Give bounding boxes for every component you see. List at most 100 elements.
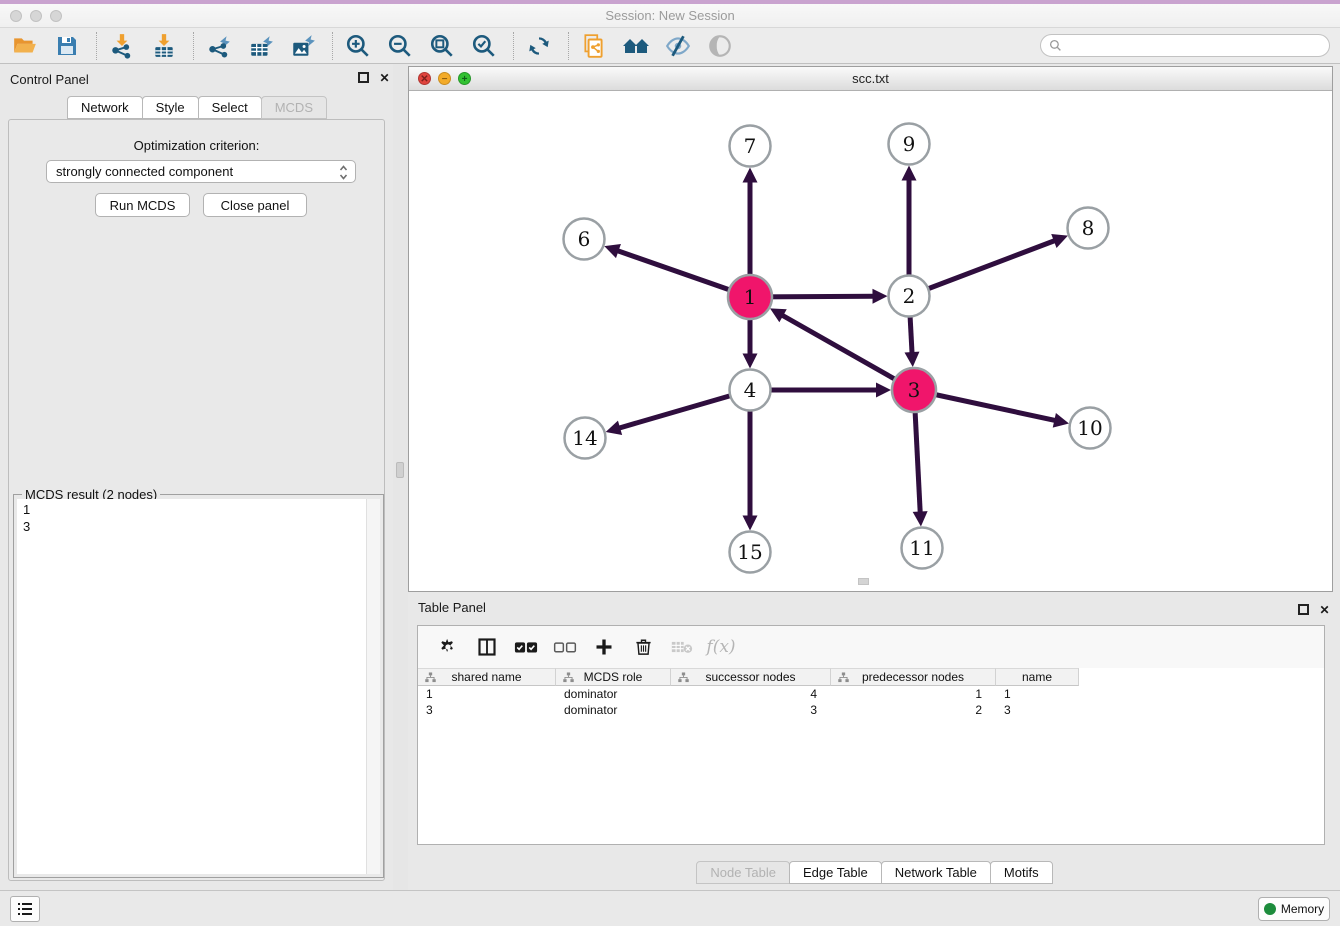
- window-title: Session: New Session: [0, 8, 1340, 23]
- column-label: name: [1022, 670, 1052, 684]
- chevron-up-down-icon: [339, 164, 348, 184]
- close-panel-icon[interactable]: ✕: [378, 72, 391, 85]
- deselect-all-rows-icon[interactable]: [551, 633, 579, 661]
- column-header-shared-name[interactable]: shared name: [418, 668, 556, 686]
- network-view-title: scc.txt: [409, 71, 1332, 86]
- home-icon[interactable]: [621, 31, 651, 61]
- tab-network-table[interactable]: Network Table: [881, 861, 991, 884]
- export-table-icon[interactable]: [246, 31, 276, 61]
- tab-style[interactable]: Style: [142, 96, 199, 119]
- show-graphics-details-icon: [705, 31, 735, 61]
- tab-network[interactable]: Network: [67, 96, 143, 119]
- select-all-rows-icon[interactable]: [512, 633, 540, 661]
- import-table-icon[interactable]: [149, 31, 179, 61]
- new-network-from-selection-icon[interactable]: [579, 31, 609, 61]
- refresh-view-icon[interactable]: [524, 31, 554, 61]
- arrowhead-4-14: [606, 421, 622, 435]
- export-image-icon[interactable]: [288, 31, 318, 61]
- float-table-panel-icon[interactable]: [1298, 604, 1311, 617]
- float-panel-icon[interactable]: [358, 72, 371, 85]
- memory-button[interactable]: Memory: [1258, 897, 1330, 921]
- mcds-tab-content: Optimization criterion: strongly connect…: [8, 119, 385, 881]
- control-panel-tabs: NetworkStyleSelectMCDS: [0, 96, 393, 119]
- column-visibility-icon[interactable]: [473, 633, 501, 661]
- hide-graphics-details-icon[interactable]: [663, 31, 693, 61]
- close-table-panel-icon[interactable]: ✕: [1318, 604, 1331, 617]
- zoom-out-icon[interactable]: [385, 31, 415, 61]
- cell-predecessor-nodes[interactable]: 1: [831, 686, 996, 702]
- node-label-6: 6: [578, 227, 591, 251]
- cell-name[interactable]: 3: [996, 702, 1079, 718]
- task-list-icon: [17, 902, 33, 916]
- application-window: Session: New Session: [0, 0, 1340, 926]
- arrowhead-1-7: [743, 168, 758, 183]
- zoom-fit-icon[interactable]: [427, 31, 457, 61]
- table-row[interactable]: 3dominator323: [418, 702, 1079, 718]
- delete-column-icon[interactable]: [629, 633, 657, 661]
- mcds-result-scrollbar[interactable]: [366, 499, 380, 874]
- cell-MCDS-role[interactable]: dominator: [556, 702, 671, 718]
- edge-2-8[interactable]: [909, 240, 1056, 296]
- table-row[interactable]: 1dominator411: [418, 686, 1079, 702]
- zoom-in-icon[interactable]: [343, 31, 373, 61]
- toolbar-separator: [193, 32, 194, 60]
- save-session-icon[interactable]: [52, 31, 82, 61]
- hierarchy-icon: [563, 672, 574, 686]
- export-network-icon[interactable]: [204, 31, 234, 61]
- control-panel-title: Control Panel: [10, 72, 89, 87]
- search-input[interactable]: [1067, 39, 1329, 53]
- cell-name[interactable]: 1: [996, 686, 1079, 702]
- hierarchy-icon: [425, 672, 436, 686]
- tab-mcds[interactable]: MCDS: [261, 96, 327, 119]
- cell-shared-name[interactable]: 1: [418, 686, 556, 702]
- node-label-2: 2: [903, 284, 916, 308]
- panel-splitter[interactable]: [393, 64, 408, 890]
- table-panel-title: Table Panel: [418, 600, 486, 615]
- network-window-titlebar[interactable]: ✕ − + scc.txt: [409, 67, 1332, 91]
- hierarchy-icon: [838, 672, 849, 686]
- search-icon: [1049, 39, 1062, 52]
- open-session-icon[interactable]: [10, 31, 40, 61]
- tab-edge-table[interactable]: Edge Table: [789, 861, 882, 884]
- zoom-selected-icon[interactable]: [469, 31, 499, 61]
- delete-table-icon: [668, 633, 696, 661]
- run-mcds-button[interactable]: Run MCDS: [95, 193, 190, 217]
- cell-successor-nodes[interactable]: 4: [671, 686, 831, 702]
- column-header-name[interactable]: name: [996, 668, 1079, 686]
- toolbar-separator: [568, 32, 569, 60]
- arrowhead-1-4: [743, 354, 758, 369]
- cell-successor-nodes[interactable]: 3: [671, 702, 831, 718]
- memory-label: Memory: [1281, 902, 1324, 916]
- arrowhead-2-3: [904, 352, 919, 367]
- import-network-icon[interactable]: [107, 31, 137, 61]
- canvas-scrollbar-grip[interactable]: [858, 578, 869, 585]
- optimization-criterion-select[interactable]: strongly connected component: [46, 160, 356, 183]
- arrowhead-3-11: [913, 511, 928, 526]
- show-task-history-button[interactable]: [10, 896, 40, 922]
- close-panel-button[interactable]: Close panel: [203, 193, 307, 217]
- arrowhead-1-6: [604, 244, 621, 258]
- splitter-grip[interactable]: [396, 462, 404, 478]
- tab-node-table[interactable]: Node Table: [696, 861, 790, 884]
- node-label-9: 9: [903, 132, 916, 156]
- mcds-result-groupbox: MCDS result (2 nodes) 1 3: [13, 494, 384, 878]
- status-bar: Memory: [0, 890, 1340, 926]
- search-box[interactable]: [1040, 34, 1330, 57]
- node-label-8: 8: [1082, 216, 1095, 240]
- add-column-icon[interactable]: [590, 633, 618, 661]
- column-header-successor-nodes[interactable]: successor nodes: [671, 668, 831, 686]
- cell-shared-name[interactable]: 3: [418, 702, 556, 718]
- control-panel: Control Panel ✕ NetworkStyleSelectMCDS O…: [0, 64, 393, 890]
- network-view-window: ✕ − + scc.txt 7968124314101511: [408, 66, 1333, 592]
- column-header-predecessor-nodes[interactable]: predecessor nodes: [831, 668, 996, 686]
- cell-MCDS-role[interactable]: dominator: [556, 686, 671, 702]
- cell-predecessor-nodes[interactable]: 2: [831, 702, 996, 718]
- table-settings-icon[interactable]: [434, 633, 462, 661]
- tab-motifs[interactable]: Motifs: [990, 861, 1053, 884]
- toolbar-separator: [96, 32, 97, 60]
- mcds-result-text[interactable]: 1 3: [17, 499, 366, 874]
- network-canvas[interactable]: 7968124314101511: [409, 91, 1332, 591]
- toolbar-separator: [332, 32, 333, 60]
- column-header-MCDS-role[interactable]: MCDS role: [556, 668, 671, 686]
- tab-select[interactable]: Select: [198, 96, 262, 119]
